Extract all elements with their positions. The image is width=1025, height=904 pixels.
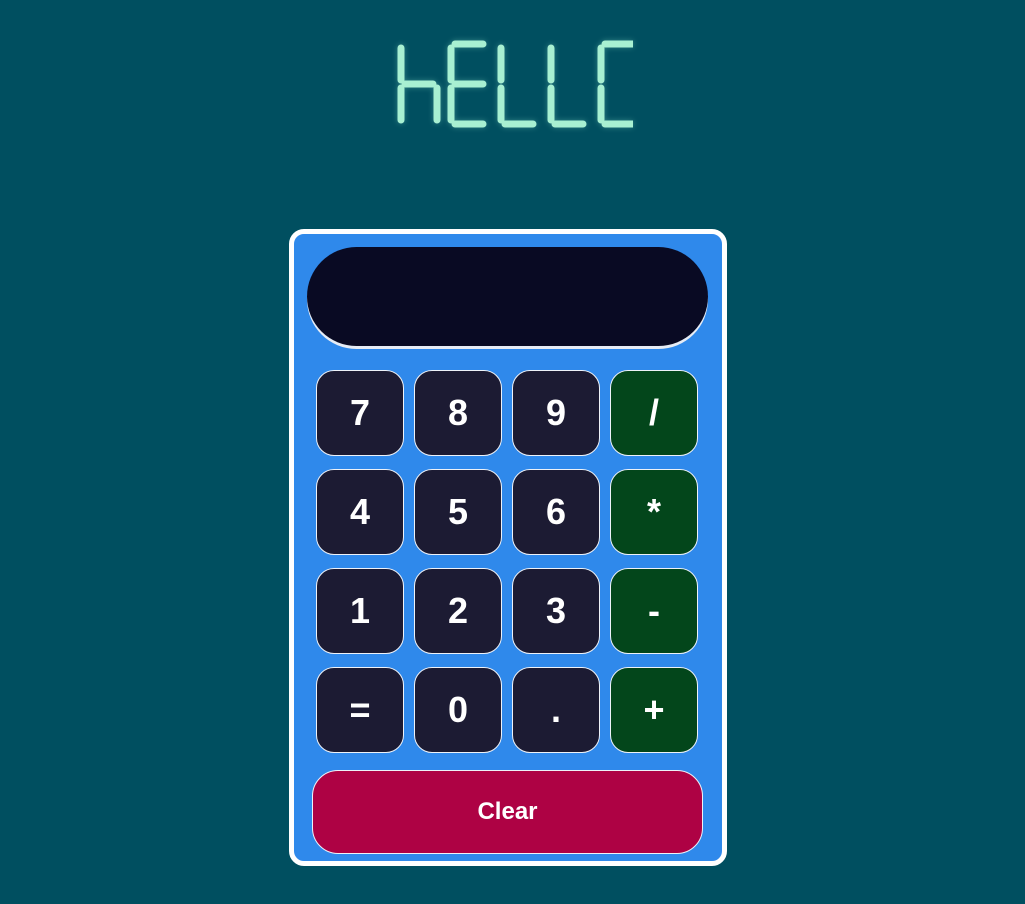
multiply-button[interactable]: * — [610, 469, 698, 555]
decimal-button[interactable]: . — [512, 667, 600, 753]
key-3[interactable]: 3 — [512, 568, 600, 654]
seven-segment-char — [547, 44, 586, 128]
seven-segment-char — [597, 40, 633, 128]
equals-button[interactable]: = — [316, 667, 404, 753]
key-8[interactable]: 8 — [414, 370, 502, 456]
seven-segment-char — [447, 40, 486, 128]
key-0[interactable]: 0 — [414, 667, 502, 753]
keypad: 7 8 9 / 4 5 6 * 1 2 3 - = 0 . + — [316, 370, 700, 753]
key-7[interactable]: 7 — [316, 370, 404, 456]
key-4[interactable]: 4 — [316, 469, 404, 555]
key-1[interactable]: 1 — [316, 568, 404, 654]
seven-segment-digits — [397, 40, 633, 128]
key-9[interactable]: 9 — [512, 370, 600, 456]
calculator-display — [307, 247, 708, 346]
key-6[interactable]: 6 — [512, 469, 600, 555]
seven-segment-char — [397, 44, 440, 124]
seven-segment-char — [497, 44, 536, 128]
divide-button[interactable]: / — [610, 370, 698, 456]
key-5[interactable]: 5 — [414, 469, 502, 555]
seven-segment-banner — [0, 36, 1025, 132]
clear-button[interactable]: Clear — [312, 770, 703, 854]
subtract-button[interactable]: - — [610, 568, 698, 654]
add-button[interactable]: + — [610, 667, 698, 753]
calculator: 7 8 9 / 4 5 6 * 1 2 3 - = 0 . + Clear — [289, 229, 727, 866]
key-2[interactable]: 2 — [414, 568, 502, 654]
